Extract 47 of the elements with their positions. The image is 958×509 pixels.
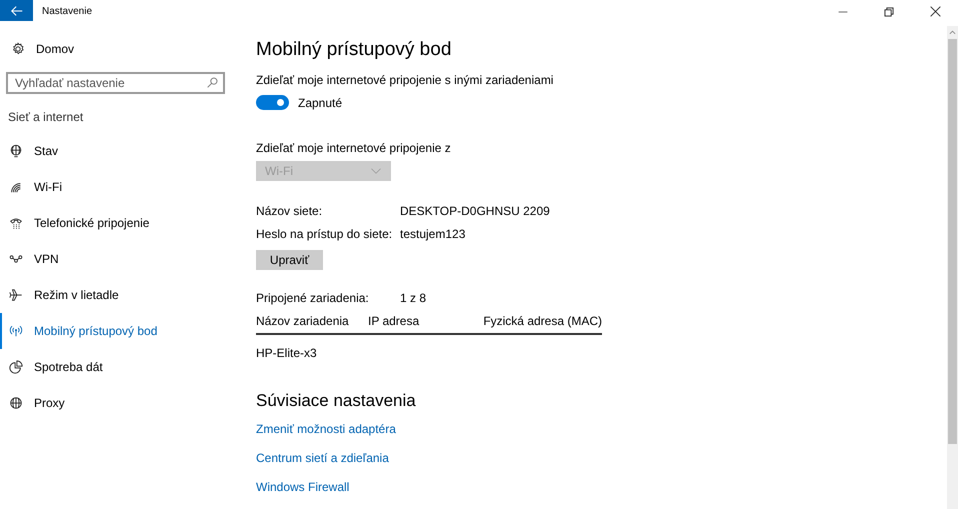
info-label: Heslo na prístup do siete: [256, 227, 394, 242]
sidebar-item[interactable]: Telefonické pripojenie [0, 205, 240, 241]
globe-icon [9, 144, 23, 158]
column-header: IP adresa [368, 314, 420, 328]
hotspot-icon [9, 324, 23, 338]
info-label: Názov siete: [256, 204, 324, 218]
close-icon [930, 6, 940, 17]
setting-label: Zdieľať moje internetové pripojenie z [256, 141, 451, 155]
column-header: Názov zariadenia [256, 314, 350, 328]
sidebar-item[interactable]: Režim v lietadle [0, 277, 240, 313]
info-value: DESKTOP-D0GHNSU 2209 [400, 204, 550, 218]
sidebar-item[interactable]: Spotreba dát [0, 349, 240, 385]
airplane-icon [9, 288, 23, 302]
scroll-up-icon [949, 29, 956, 36]
restore-icon [884, 6, 894, 16]
settings-link[interactable]: Centrum sietí a zdieľania [256, 451, 389, 465]
sidebar-item[interactable]: Mobilný prístupový bod [0, 313, 240, 349]
pie-chart-icon [9, 360, 23, 374]
back-button[interactable] [0, 0, 33, 21]
settings-link[interactable]: Zmeniť možnosti adaptéra [256, 422, 396, 436]
info-label: Pripojené zariadenia: [256, 291, 370, 305]
info-value: testujem123 [400, 227, 466, 242]
toggle-switch[interactable] [256, 95, 289, 110]
sidebar-item[interactable]: Wi-Fi [0, 169, 240, 205]
sidebar-item[interactable]: Stav [0, 133, 240, 169]
table-cell-text: HP-Elite-x3 [256, 346, 318, 360]
home-link[interactable]: Domov [0, 36, 240, 62]
scrollbar[interactable] [947, 26, 958, 509]
page-title: Mobilný prístupový bod [256, 39, 452, 61]
back-arrow-icon [10, 4, 24, 18]
globe-icon [9, 396, 23, 410]
sidebar-item[interactable]: Proxy [0, 385, 240, 421]
search-field[interactable]: Vyhľadať nastavenie [6, 72, 225, 94]
search-icon [207, 77, 218, 88]
sidebar-item[interactable]: VPN [0, 241, 240, 277]
gear-icon [11, 42, 25, 56]
column-header: Fyzická adresa (MAC) [483, 314, 602, 328]
section-heading: Sieť a internet [8, 110, 84, 124]
window-title: Nastavenie [42, 6, 92, 17]
settings-link[interactable]: Windows Firewall [256, 480, 350, 494]
toggle-label: Zapnuté [298, 96, 342, 110]
wifi-icon [9, 180, 23, 194]
section-title: Súvisiace nastavenia [256, 391, 416, 411]
phone-icon [9, 216, 23, 230]
info-value: 1 z 8 [400, 291, 426, 305]
setting-label: Zdieľať moje internetové pripojenie s inými zariadeniami [256, 73, 554, 87]
edit-button[interactable]: Upraviť [256, 250, 323, 270]
